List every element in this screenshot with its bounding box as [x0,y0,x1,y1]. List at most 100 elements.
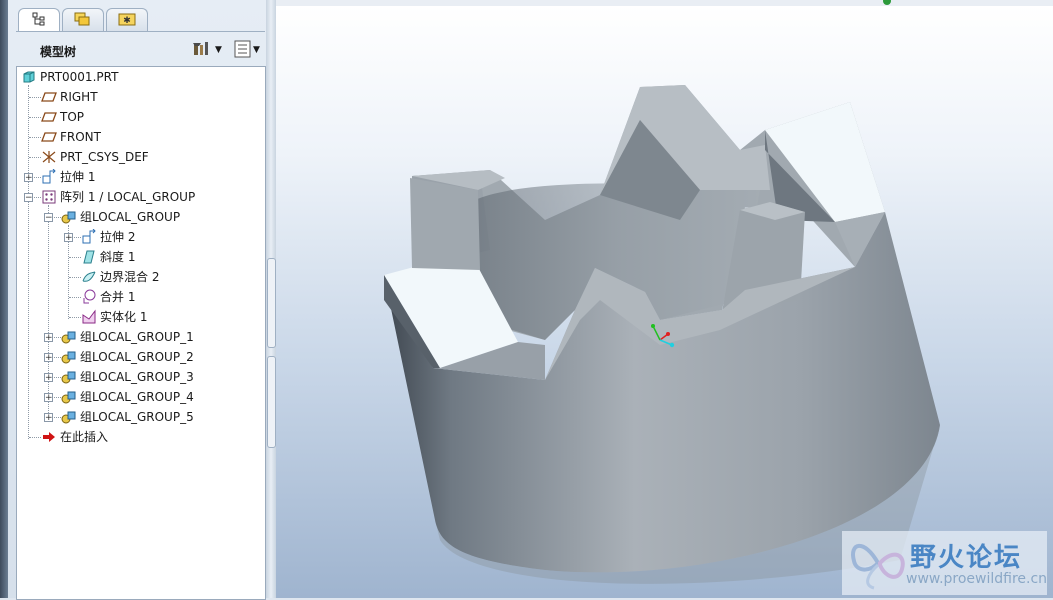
splitter-grip[interactable] [267,258,276,348]
expand-toggle[interactable]: + [44,373,53,383]
watermark-title: 野火论坛 [910,543,1023,573]
tree-item[interactable]: 边界混合 2 [81,267,159,287]
solidify-icon [81,309,97,325]
pattern-icon [41,189,57,205]
tree-item-label: 合并 1 [100,290,136,304]
tree-item[interactable]: 组LOCAL_GROUP_3 [61,367,194,387]
tab-favorites[interactable]: ✱ [106,8,148,31]
svg-text:✱: ✱ [123,16,131,26]
tree-connector [69,257,81,258]
panel-splitter[interactable] [266,0,276,598]
tree-item[interactable]: 组LOCAL_GROUP_1 [61,327,194,347]
extrude-icon [81,229,97,245]
window-left-edge [0,0,8,598]
favorites-icon: ✱ [118,12,136,29]
tree-item-label: 组LOCAL_GROUP_5 [80,410,194,424]
model-tree-icon [32,12,46,29]
navigator-panel: ✱ 模型树 ▼ ▼ PRT0001.PRT RIGHT TOP FRONT PR… [8,0,267,600]
tree-item-insert-here[interactable]: 在此插入 [41,427,108,447]
tree-connector [28,85,29,439]
tab-divider [16,31,265,32]
part-model-view[interactable] [276,6,1053,598]
group-icon [61,409,77,425]
tree-settings-button[interactable]: ▼ [192,40,222,60]
tree-item[interactable]: 拉伸 1 [41,167,95,187]
tree-item[interactable]: TOP [41,107,84,127]
tree-item-label: 组LOCAL_GROUP_4 [80,390,194,404]
expand-toggle[interactable]: + [44,333,53,343]
list-icon [234,40,252,61]
tree-connector [48,205,49,419]
tree-item[interactable]: 组LOCAL_GROUP_4 [61,387,194,407]
tree-connector [54,377,61,378]
group-icon [61,329,77,345]
tree-item[interactable]: 组LOCAL_GROUP_5 [61,407,194,427]
tree-item-label: 拉伸 1 [60,170,96,184]
datum-plane-icon [41,129,57,145]
tree-item[interactable]: 组LOCAL_GROUP_2 [61,347,194,367]
expand-toggle[interactable]: + [24,173,33,183]
tab-model-tree[interactable] [18,8,60,32]
tree-item-label: PRT0001.PRT [40,70,119,84]
collapse-toggle[interactable]: − [24,193,33,203]
panel-title: 模型树 [40,45,77,59]
tree-connector [69,277,81,278]
extrude-icon [41,169,57,185]
tree-show-button[interactable]: ▼ [234,40,260,60]
tree-item[interactable]: 斜度 1 [81,247,135,267]
tree-item[interactable]: 实体化 1 [81,307,147,327]
insert-here-arrow-icon [41,429,57,445]
model-tree-header: 模型树 ▼ ▼ [16,36,265,64]
tree-item-label: 组LOCAL_GROUP_3 [80,370,194,384]
tree-item[interactable]: 合并 1 [81,287,135,307]
tree-item[interactable]: 阵列 1 / LOCAL_GROUP [41,187,195,207]
tree-item[interactable]: PRT_CSYS_DEF [41,147,149,167]
datum-plane-icon [41,89,57,105]
tree-connector [69,317,81,318]
watermark-url: www.proewildfire.cn [906,571,1048,587]
tree-item-label: 斜度 1 [100,250,136,264]
expand-toggle[interactable]: + [44,393,53,403]
tree-root[interactable]: PRT0001.PRT [21,67,118,87]
merge-icon [81,289,97,305]
tree-item[interactable]: RIGHT [41,87,98,107]
navigator-tabs: ✱ [18,8,150,32]
expand-toggle[interactable]: + [64,233,73,243]
butterfly-logo-icon [851,543,905,590]
tree-connector [29,97,41,98]
tree-item-label: 实体化 1 [100,310,148,324]
tree-item-label: 边界混合 2 [100,270,160,284]
tree-item-label: 拉伸 2 [100,230,136,244]
tree-item-label: FRONT [60,130,101,144]
tree-item-label: PRT_CSYS_DEF [60,150,149,164]
tree-item-label: 组LOCAL_GROUP_1 [80,330,194,344]
folder-browser-icon [74,11,92,30]
datum-plane-icon [41,109,57,125]
splitter-grip[interactable] [267,356,276,448]
tree-connector [74,237,81,238]
chevron-down-icon: ▼ [215,45,222,55]
model-tree: PRT0001.PRT RIGHT TOP FRONT PRT_CSYS_DEF… [16,66,266,600]
tree-connector [34,177,41,178]
tree-connector [29,117,41,118]
part-icon [21,69,37,85]
expand-toggle[interactable]: + [44,413,53,423]
tree-item[interactable]: FRONT [41,127,101,147]
graphics-window[interactable] [276,6,1053,598]
tools-icon [192,40,214,61]
tree-connector [54,357,61,358]
tree-item[interactable]: 组LOCAL_GROUP [61,207,180,227]
coordinate-system-icon [41,149,57,165]
tab-folder-browser[interactable] [62,8,104,31]
group-icon [61,209,77,225]
group-icon [61,369,77,385]
tree-item[interactable]: 拉伸 2 [81,227,135,247]
tree-item-label: RIGHT [60,90,98,104]
expand-toggle[interactable]: + [44,353,53,363]
tree-connector [54,337,61,338]
collapse-toggle[interactable]: − [44,213,53,223]
tree-item-label: 阵列 1 / LOCAL_GROUP [60,190,196,204]
tree-connector [29,437,41,438]
tree-item-label: 组LOCAL_GROUP_2 [80,350,194,364]
tree-connector [69,297,81,298]
